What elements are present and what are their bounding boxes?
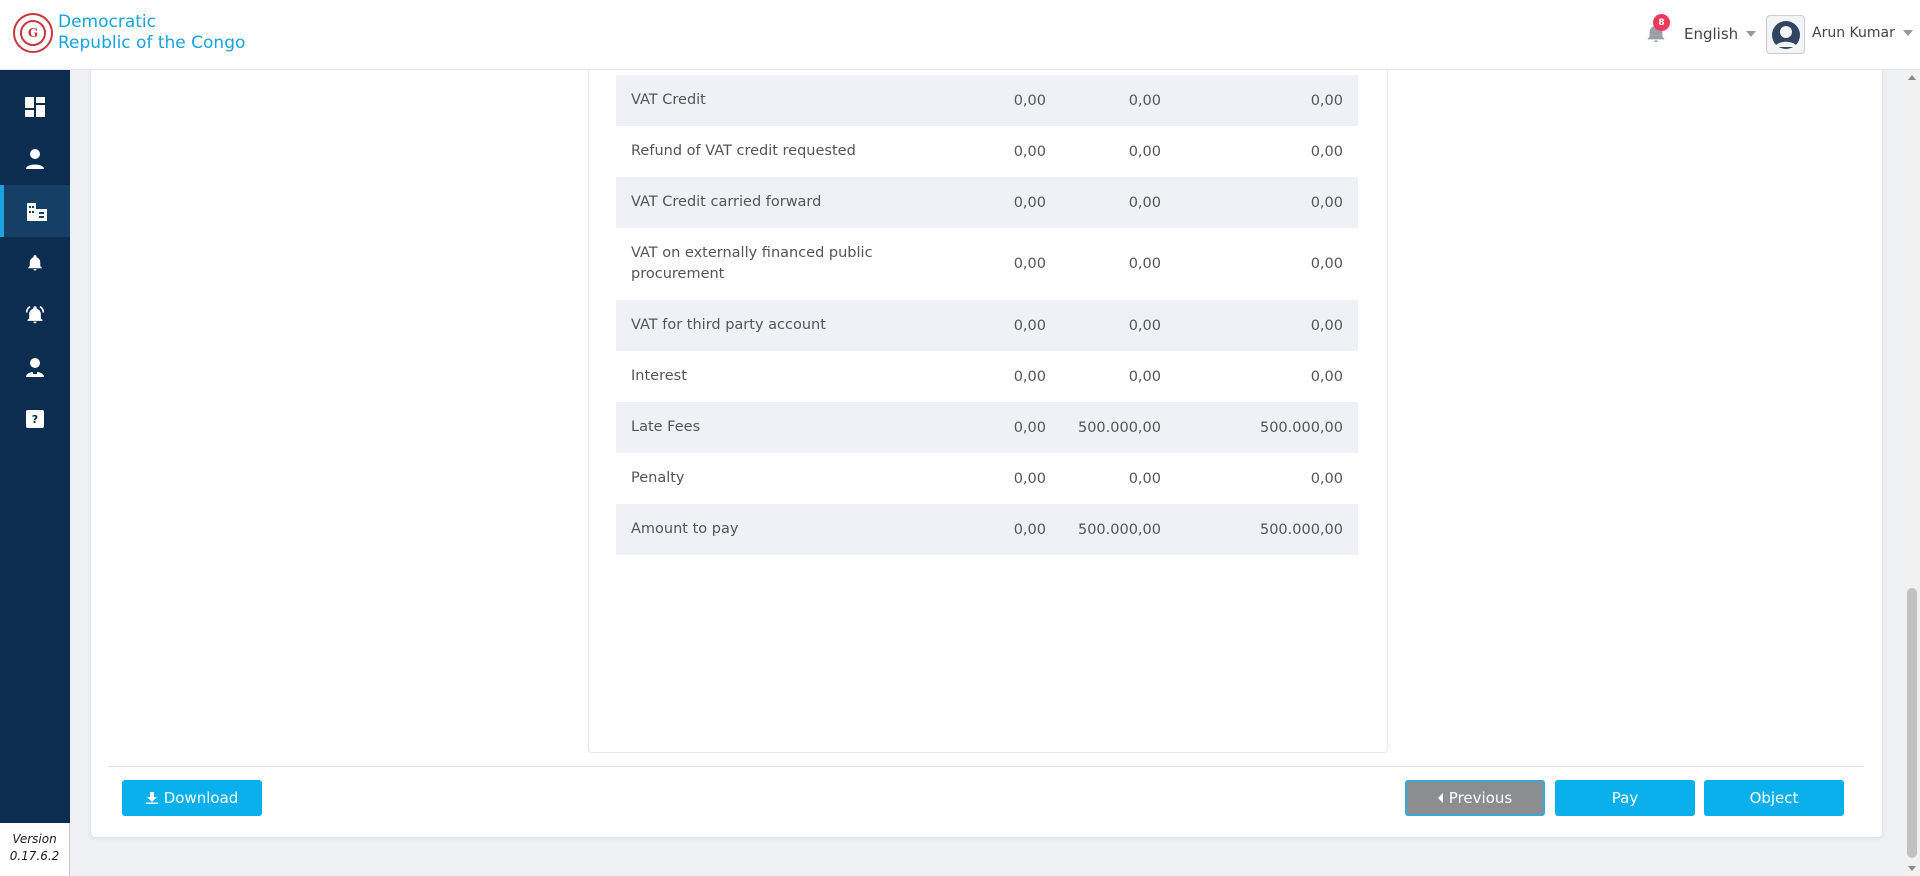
cell-value-1: 0,00 xyxy=(1013,521,1046,538)
cell-value-2: 0,00 xyxy=(1128,470,1161,487)
previous-button[interactable]: Previous xyxy=(1405,780,1545,816)
caret-left-icon xyxy=(1437,793,1443,803)
cell-value-1: 0,00 xyxy=(1013,92,1046,109)
cell-value-3: 0,00 xyxy=(1310,317,1343,334)
cell-value-1: 0,00 xyxy=(1013,256,1046,272)
scroll-down-arrow-icon[interactable] xyxy=(1908,866,1916,871)
cell-value-1: 0,00 xyxy=(1013,368,1046,385)
sidebar-item-declarations[interactable] xyxy=(0,185,70,237)
pay-label: Pay xyxy=(1611,789,1639,807)
sidebar-item-profile[interactable] xyxy=(0,133,70,185)
download-label: Download xyxy=(163,789,239,807)
brand-line-1: Democratic xyxy=(58,12,156,32)
cell-value-3: 0,00 xyxy=(1310,470,1343,487)
cell-value-3: 0,00 xyxy=(1310,92,1343,109)
chevron-down-icon xyxy=(1902,30,1913,36)
cell-value-1: 0,00 xyxy=(1013,194,1046,211)
row-label: VAT for third party account xyxy=(631,317,826,333)
language-selector[interactable]: English xyxy=(1684,25,1757,43)
table-row: Late Fees 0,00 500.000,00 500.000,00 xyxy=(616,402,1358,453)
cell-value-1: 0,00 xyxy=(1013,419,1046,436)
version-info: Version 0.17.6.2 xyxy=(0,823,70,876)
row-label: VAT on externally financed public procur… xyxy=(631,245,873,282)
cell-value-1: 0,00 xyxy=(1013,470,1046,487)
help-icon: ? xyxy=(26,410,44,428)
declaration-summary-card: VAT Credit 0,00 0,00 0,00 Refund of VAT … xyxy=(90,70,1883,838)
cell-value-2: 0,00 xyxy=(1128,256,1161,272)
cell-value-3: 500.000,00 xyxy=(1259,419,1343,436)
notification-count-badge: 8 xyxy=(1653,14,1670,31)
cell-value-2: 0,00 xyxy=(1128,194,1161,211)
sidebar-item-notifications[interactable] xyxy=(0,237,70,289)
building-icon xyxy=(27,203,47,221)
coat-of-arms-logo[interactable]: G xyxy=(13,13,53,53)
sidebar-item-alerts[interactable] xyxy=(0,289,70,341)
footer-divider xyxy=(108,766,1864,767)
bell-icon xyxy=(28,255,42,271)
cell-value-2: 0,00 xyxy=(1128,92,1161,109)
cell-value-2: 500.000,00 xyxy=(1077,419,1161,436)
scroll-up-arrow-icon[interactable] xyxy=(1908,75,1916,80)
row-label: VAT Credit carried forward xyxy=(631,194,822,210)
avatar[interactable] xyxy=(1766,15,1805,54)
table-row: Interest 0,00 0,00 0,00 xyxy=(616,351,1358,402)
summary-table: VAT Credit 0,00 0,00 0,00 Refund of VAT … xyxy=(616,75,1358,555)
user-menu[interactable]: Arun Kumar xyxy=(1812,25,1913,41)
cell-value-1: 0,00 xyxy=(1013,143,1046,160)
user-icon xyxy=(26,149,44,169)
row-label: Amount to pay xyxy=(631,521,739,537)
cell-value-2: 0,00 xyxy=(1128,143,1161,160)
top-header: G Democratic Republic of the Congo 8 Eng… xyxy=(0,0,1920,70)
row-label: Refund of VAT credit requested xyxy=(631,143,856,159)
table-row: VAT for third party account 0,00 0,00 0,… xyxy=(616,300,1358,351)
table-row: VAT Credit carried forward 0,00 0,00 0,0… xyxy=(616,177,1358,228)
cell-value-3: 0,00 xyxy=(1310,143,1343,160)
scrollbar-thumb[interactable] xyxy=(1907,588,1917,858)
row-label: VAT Credit xyxy=(631,92,706,108)
table-row-total: Amount to pay 0,00 500.000,00 500.000,00 xyxy=(616,504,1358,555)
cell-value-1: 0,00 xyxy=(1013,317,1046,334)
sidebar-item-support[interactable] xyxy=(0,341,70,393)
previous-label: Previous xyxy=(1448,789,1513,807)
sidebar: ? Version 0.17.6.2 xyxy=(0,70,70,876)
row-label: Late Fees xyxy=(631,419,701,435)
cell-value-2: 0,00 xyxy=(1128,368,1161,385)
table-row: VAT on externally financed public procur… xyxy=(616,228,1358,300)
brand-title[interactable]: Democratic Republic of the Congo xyxy=(58,12,245,54)
sidebar-item-dashboard[interactable] xyxy=(0,81,70,133)
page-scrollbar[interactable] xyxy=(1904,70,1920,876)
support-agent-icon xyxy=(26,358,44,377)
svg-text:?: ? xyxy=(32,413,38,426)
dashboard-icon xyxy=(25,97,45,117)
table-row: VAT Credit 0,00 0,00 0,00 xyxy=(616,75,1358,126)
cell-value-2: 500.000,00 xyxy=(1077,521,1161,538)
table-row: Penalty 0,00 0,00 0,00 xyxy=(616,453,1358,504)
cell-value-3: 0,00 xyxy=(1310,368,1343,385)
alert-bell-icon xyxy=(25,305,45,324)
row-label: Interest xyxy=(631,368,687,384)
user-name: Arun Kumar xyxy=(1812,25,1895,41)
row-label: Penalty xyxy=(631,470,685,486)
brand-line-2: Republic of the Congo xyxy=(58,33,246,53)
cell-value-2: 0,00 xyxy=(1128,317,1161,334)
table-row: Refund of VAT credit requested 0,00 0,00… xyxy=(616,126,1358,177)
download-button[interactable]: Download xyxy=(122,780,262,816)
user-avatar-icon xyxy=(1771,20,1800,49)
version-number: 0.17.6.2 xyxy=(9,849,60,863)
cell-value-3: 0,00 xyxy=(1310,194,1343,211)
sidebar-item-help[interactable]: ? xyxy=(0,393,70,445)
version-label: Version xyxy=(12,832,57,846)
cell-value-3: 0,00 xyxy=(1310,256,1343,272)
language-label: English xyxy=(1684,25,1739,43)
object-label: Object xyxy=(1749,789,1799,807)
chevron-down-icon xyxy=(1746,31,1757,37)
download-icon xyxy=(145,792,158,804)
object-button[interactable]: Object xyxy=(1704,780,1844,816)
cell-value-3: 500.000,00 xyxy=(1259,521,1343,538)
pay-button[interactable]: Pay xyxy=(1555,780,1695,816)
